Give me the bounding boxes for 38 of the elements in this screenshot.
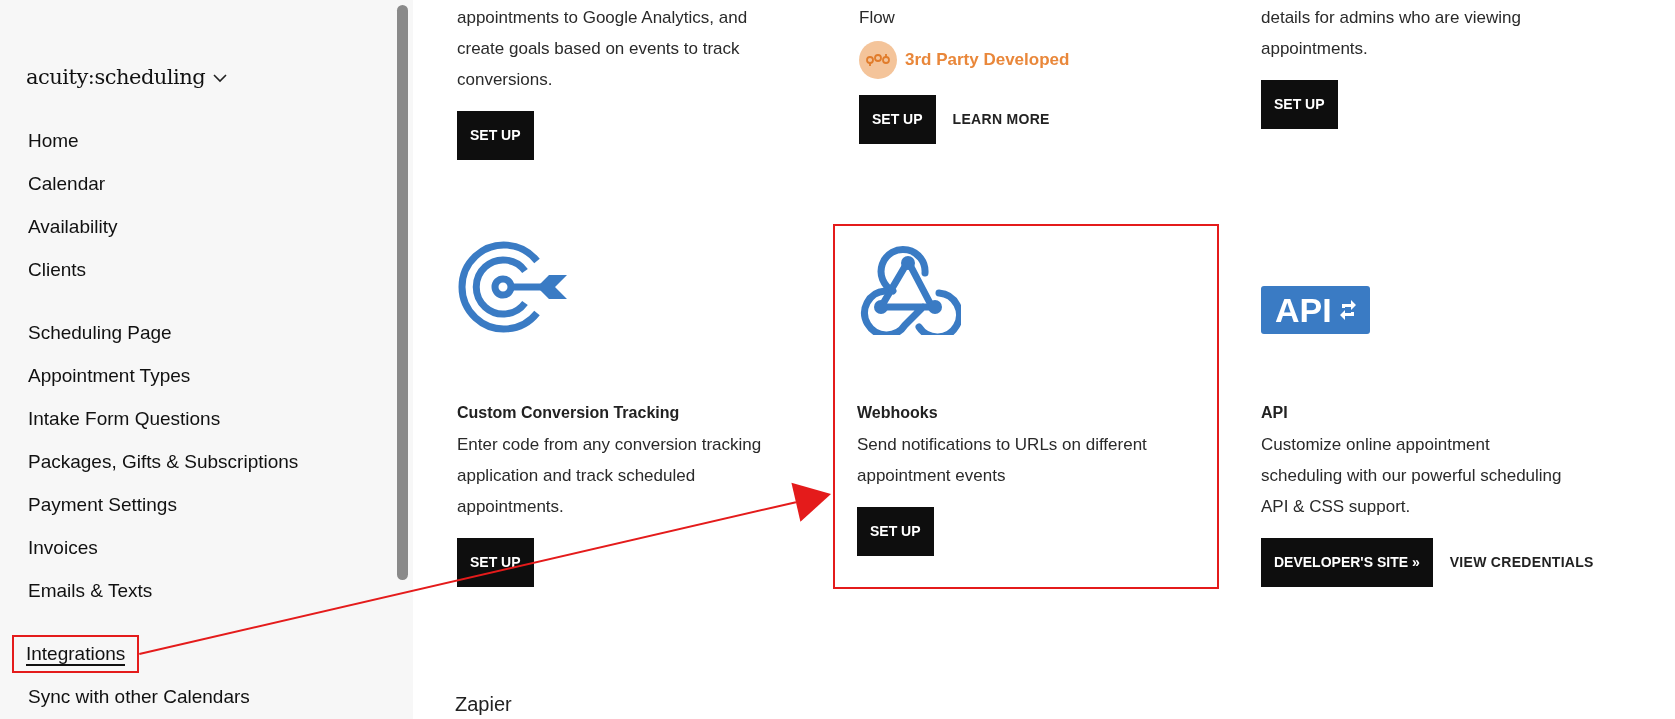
nav-link[interactable]: Integrations bbox=[12, 635, 140, 673]
card-title: Webhooks bbox=[857, 403, 939, 423]
nav-link[interactable]: Clients bbox=[26, 251, 89, 289]
card-description: Send notifications to URLs on different appointment events bbox=[857, 434, 1148, 487]
nav-link[interactable]: Availability bbox=[26, 208, 120, 246]
scrollbar[interactable] bbox=[397, 5, 408, 580]
nav-link[interactable]: Emails & Texts bbox=[26, 572, 155, 610]
target-icon bbox=[457, 241, 567, 333]
logo[interactable]: acuity:scheduling bbox=[26, 62, 206, 94]
nav-link[interactable]: Sync with other Calendars bbox=[26, 678, 252, 716]
setup-button[interactable]: SET UP bbox=[1261, 80, 1338, 129]
nav-link[interactable]: Appointment Types bbox=[26, 357, 193, 395]
card-description: details for admins who are viewing appointments. bbox=[1261, 7, 1522, 60]
card-description: appointments to Google Analytics, and create goals based on events to track conversions. bbox=[457, 7, 749, 91]
setup-button[interactable]: DEVELOPER'S SITE » bbox=[1261, 538, 1433, 587]
card-description: Flow bbox=[859, 7, 896, 29]
card-title: API bbox=[1261, 403, 1289, 423]
setup-button[interactable]: SET UP bbox=[859, 95, 936, 144]
link-icon bbox=[859, 41, 897, 79]
card-description: Enter code from any conversion tracking application and track scheduled appointments. bbox=[457, 434, 763, 518]
card-description: Customize online appointment scheduling with our powerful scheduling API & CSS support. bbox=[1261, 434, 1563, 518]
nav-link[interactable]: Home bbox=[26, 122, 81, 160]
nav-link[interactable]: Packages, Gifts & Subscriptions bbox=[26, 443, 301, 481]
setup-button[interactable]: SET UP bbox=[457, 538, 534, 587]
nav-link[interactable]: Intake Form Questions bbox=[26, 400, 223, 438]
card-title: Custom Conversion Tracking bbox=[457, 403, 681, 423]
link-button[interactable]: VIEW CREDENTIALS bbox=[1436, 538, 1607, 587]
nav-link[interactable]: Payment Settings bbox=[26, 486, 179, 524]
nav-link[interactable]: Invoices bbox=[26, 529, 100, 567]
link-button[interactable]: LEARN MORE bbox=[939, 95, 1063, 144]
api-logo: API bbox=[1261, 286, 1370, 334]
setup-button[interactable]: SET UP bbox=[857, 507, 934, 556]
developer-label: 3rd Party Developed bbox=[905, 49, 1070, 72]
nav-link[interactable]: Calendar bbox=[26, 165, 108, 203]
chevron-down-icon[interactable] bbox=[213, 73, 228, 83]
setup-button[interactable]: SET UP bbox=[457, 111, 534, 160]
section-heading: Zapier bbox=[455, 692, 513, 717]
nav-link[interactable]: Scheduling Page bbox=[26, 314, 174, 352]
